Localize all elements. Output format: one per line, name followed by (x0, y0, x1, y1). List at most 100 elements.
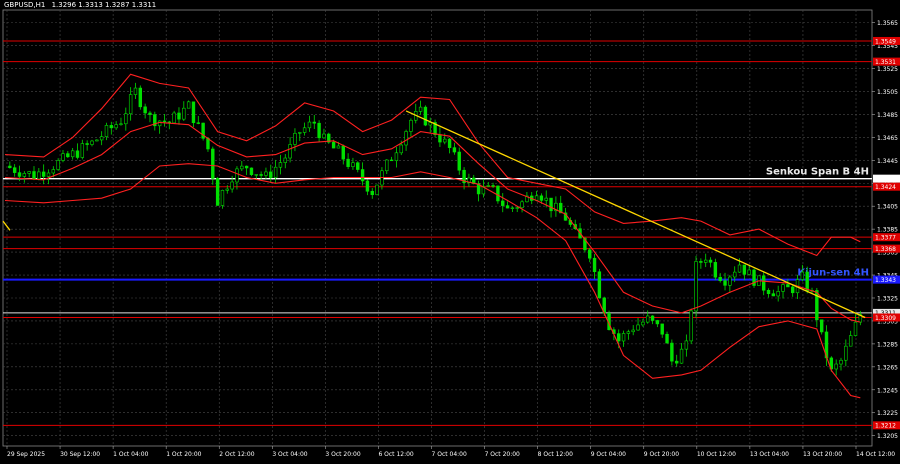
candle-body (781, 284, 785, 292)
candle-body (365, 180, 370, 192)
candle-body (254, 174, 258, 176)
candle-body (182, 107, 186, 120)
candle-body (631, 329, 635, 333)
candle-body (143, 106, 147, 114)
candle-body (491, 185, 495, 187)
candle-body (66, 153, 70, 158)
candle-body (747, 269, 751, 275)
candle-body (283, 157, 287, 163)
y-tick-label: 1.3465 (877, 135, 898, 142)
y-tick-label: 1.3245 (877, 387, 898, 394)
x-tick-label: 13 Oct 20:00 (803, 451, 842, 458)
candle-body (211, 148, 215, 179)
candle-body (244, 165, 249, 169)
candle-body (259, 174, 263, 176)
candle-body (689, 310, 693, 342)
candle-body (844, 345, 848, 361)
symbol-label: GBPUSD,H1 (4, 1, 46, 9)
candle-body (80, 143, 85, 158)
candle-body (549, 197, 553, 212)
candle-body (288, 144, 292, 159)
candle-body (51, 169, 56, 174)
candle-body (418, 106, 423, 112)
candle-body (119, 123, 123, 125)
candle-body (8, 165, 12, 169)
candle-body (819, 319, 824, 333)
candle-body (718, 276, 722, 281)
price-tag-label: 1.3531 (875, 59, 896, 66)
candle-body (12, 167, 17, 173)
y-tick-label: 1.3385 (877, 227, 898, 234)
y-tick-label: 1.3525 (877, 66, 898, 73)
candle-body (85, 143, 89, 145)
candle-body (75, 150, 80, 158)
candle-body (694, 261, 698, 312)
candle-body (617, 333, 621, 342)
candle-body (520, 201, 524, 208)
candle-body (597, 271, 602, 299)
candle-body (32, 171, 36, 180)
candle-body (708, 259, 713, 263)
candle-body (346, 158, 350, 167)
y-tick-label: 1.3285 (877, 341, 898, 348)
candle-body (331, 141, 336, 149)
candle-body (776, 291, 780, 297)
candle-body (148, 112, 152, 115)
candle-body (206, 138, 210, 150)
y-tick-label: 1.3325 (877, 295, 898, 302)
candle-body (312, 121, 316, 124)
candle-body (196, 122, 200, 124)
x-tick-label: 2 Oct 12:00 (219, 451, 254, 458)
candle-body (438, 134, 442, 143)
y-tick-label: 1.3205 (877, 433, 898, 440)
candle-body (679, 348, 684, 364)
x-tick-label: 3 Oct 04:00 (272, 451, 307, 458)
candle-body (157, 120, 162, 127)
x-tick-label: 30 Sep 12:00 (60, 451, 100, 458)
candle-body (128, 94, 133, 115)
candle-body (539, 195, 544, 201)
candle-body (27, 171, 31, 174)
candle-body (278, 162, 283, 168)
candle-body (771, 293, 776, 297)
chart-canvas: 1.35651.35451.35251.35051.34851.34651.34… (2, 9, 900, 458)
candle-body (800, 271, 805, 280)
y-tick-label: 1.3485 (877, 112, 898, 119)
candle-body (805, 271, 809, 292)
candle-body (95, 139, 99, 142)
candle-body (307, 121, 312, 129)
candle-body (723, 280, 727, 286)
y-tick-label: 1.3505 (877, 89, 898, 96)
x-tick-label: 13 Oct 04:00 (750, 451, 789, 458)
candle-body (356, 162, 360, 170)
candle-body (670, 342, 674, 362)
candle-body (505, 205, 510, 209)
candle-body (839, 359, 843, 365)
price-tag-label: 1.3368 (875, 246, 896, 253)
candle-body (61, 153, 65, 161)
candle-body (220, 190, 225, 206)
candle-body (293, 132, 297, 145)
candle-body (317, 122, 321, 139)
candle-body (41, 171, 46, 177)
candle-body (22, 173, 27, 177)
candle-body (713, 262, 718, 278)
candle-body (399, 144, 403, 154)
candle-body (351, 162, 355, 167)
candle-body (124, 113, 128, 125)
candle-body (665, 333, 669, 344)
candle-body (592, 257, 597, 273)
candle-body (273, 166, 278, 178)
x-tick-label: 9 Oct 04:00 (591, 451, 626, 458)
x-tick-label: 8 Oct 12:00 (538, 451, 573, 458)
price-tag-label: 1.3212 (875, 423, 896, 430)
x-tick-label: 1 Oct 04:00 (113, 451, 148, 458)
candle-body (298, 132, 302, 134)
price-tag-label: 1.3549 (875, 38, 896, 45)
candle-body (186, 101, 191, 109)
candle-body (650, 315, 655, 321)
price-tag-label: 1.3343 (875, 277, 896, 284)
candle-body (626, 331, 631, 334)
x-tick-label: 3 Oct 20:00 (325, 451, 360, 458)
x-tick-label: 1 Oct 20:00 (166, 451, 201, 458)
